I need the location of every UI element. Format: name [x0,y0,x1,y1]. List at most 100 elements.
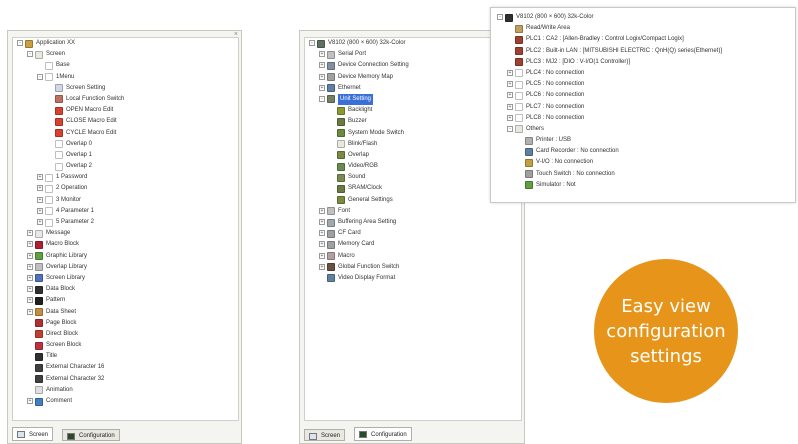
tree-item[interactable]: Video Display Format [305,273,521,284]
tab-configuration[interactable]: Configuration [62,429,120,441]
tree-item[interactable]: + Comment [13,396,238,407]
tree-item[interactable]: Backlight [305,105,521,116]
tree-item[interactable]: + Font [305,206,521,217]
tree-item[interactable]: Screen Block [13,340,238,351]
tree-item[interactable]: Card Recorder : No connection [495,146,791,157]
collapse-icon[interactable]: - [497,14,503,20]
expand-icon[interactable]: + [319,62,325,69]
tree-item[interactable]: - Application XX [13,38,238,49]
expand-icon[interactable]: + [319,263,325,270]
tree-item[interactable]: + Data Sheet [13,307,238,318]
expand-icon[interactable]: + [27,252,33,259]
tree-item[interactable]: Overlap [305,150,521,161]
tree-item[interactable]: - Screen [13,49,238,60]
tree-item[interactable]: + Macro Block [13,239,238,250]
expand-icon[interactable]: + [507,92,513,99]
expand-icon[interactable]: + [319,51,325,58]
screen-tree-view[interactable]: - Application XX - Screen Base -1Menu Screen S… [12,37,239,421]
expand-icon[interactable]: + [319,84,325,91]
tree-item[interactable]: CYCLE Macro Edit [13,128,238,139]
device-connection-tree[interactable]: - V8102 (800 × 600) 32k-Color Read/Write A… [495,12,791,198]
collapse-icon[interactable]: - [309,40,315,46]
expand-icon[interactable]: + [27,263,33,270]
tree-item[interactable]: PLC3 : MJ2 : [DIO : V-I/O(1 Controller)] [495,57,791,68]
tree-item[interactable]: +2 Operation [13,183,238,194]
tree-item[interactable]: + Device Connection Setting [305,60,521,71]
collapse-icon[interactable]: - [37,73,43,80]
tree-item[interactable]: +3 Monitor [13,195,238,206]
tree-item[interactable]: General Settings [305,195,521,206]
tree-item[interactable]: + Graphic Library [13,251,238,262]
tree-item[interactable]: PLC1 : CA2 : [Allen-Bradley : Control Lo… [495,34,791,45]
expand-icon[interactable]: + [27,286,33,293]
expand-icon[interactable]: + [507,81,513,88]
expand-icon[interactable]: + [37,219,43,225]
expand-icon[interactable]: + [27,308,33,315]
tree-item[interactable]: + Memory Card [305,239,521,250]
tree-item[interactable]: Overlap 1 [13,150,238,161]
expand-icon[interactable]: + [27,398,33,404]
collapse-icon[interactable]: - [319,95,325,102]
tree-item[interactable]: Page Block [13,318,238,329]
tree-item[interactable]: + PLC4 : No connection [495,68,791,79]
expand-icon[interactable]: + [37,185,43,192]
expand-icon[interactable]: + [319,207,325,214]
tab-screen[interactable]: Screen [304,429,346,441]
tree-item[interactable]: - V8102 (800 × 600) 32k-Color [495,12,791,23]
expand-icon[interactable]: + [319,230,325,237]
collapse-icon[interactable]: - [27,51,33,58]
expand-icon[interactable]: + [37,174,43,181]
tree-item[interactable]: - 1Menu [13,72,238,83]
tree-item[interactable]: SRAM/Clock [305,183,521,194]
tree-item[interactable]: Printer : USB [495,135,791,146]
tree-item[interactable]: + Macro [305,251,521,262]
tree-item[interactable]: + PLC6 : No connection [495,90,791,101]
tree-item[interactable]: + Serial Port [305,49,521,60]
tree-item[interactable]: PLC2 : Built-in LAN : [MITSUBISHI ELECTR… [495,46,791,57]
tree-item[interactable]: Video/RGB [305,161,521,172]
tree-item[interactable]: + PLC5 : No connection [495,79,791,90]
tree-item[interactable]: + Device Memory Map [305,72,521,83]
tree-item[interactable]: + PLC8 : No connection [495,113,791,124]
expand-icon[interactable]: + [507,114,513,121]
tree-item[interactable]: - Unit Setting [305,93,521,106]
tree-item[interactable]: + Message [13,228,238,239]
tree-item[interactable]: + Global Function Switch [305,262,521,273]
tree-item[interactable]: Local Function Switch [13,94,238,105]
tree-item[interactable]: Title [13,351,238,362]
expand-icon[interactable]: + [37,207,43,214]
tree-item[interactable]: Direct Block [13,329,238,340]
tree-item[interactable]: Read/Write Area [495,23,791,34]
tree-item[interactable]: + Data Block [13,284,238,295]
tree-item[interactable]: +1 Password [13,172,238,183]
expand-icon[interactable]: + [507,103,513,110]
expand-icon[interactable]: + [319,219,325,225]
tree-item[interactable]: + Buffering Area Setting [305,217,521,228]
tree-item[interactable]: Overlap 0 [13,139,238,150]
collapse-icon[interactable]: - [17,40,23,46]
tree-item[interactable]: Animation [13,385,238,396]
expand-icon[interactable]: + [319,241,325,248]
tree-item[interactable]: Sound [305,172,521,183]
tree-item[interactable]: External Character 16 [13,362,238,373]
expand-icon[interactable]: + [27,230,33,237]
tree-item[interactable]: Base [13,60,238,71]
tree-item[interactable]: - Others [495,124,791,135]
collapse-icon[interactable]: - [507,125,513,132]
tree-item[interactable]: Touch Switch : No connection [495,169,791,180]
expand-icon[interactable]: + [37,196,43,203]
tree-item[interactable]: Blink/Flash [305,139,521,150]
tree-item[interactable]: + CF Card [305,228,521,239]
tree-item[interactable]: + PLC7 : No connection [495,102,791,113]
expand-icon[interactable]: + [507,69,513,76]
tree-item[interactable]: OPEN Macro Edit [13,105,238,116]
expand-icon[interactable]: + [319,73,325,80]
tree-item[interactable]: Overlap 2 [13,161,238,172]
tab-configuration[interactable]: Configuration [354,427,412,441]
expand-icon[interactable]: + [27,274,33,281]
tree-item[interactable]: + Ethernet [305,83,521,94]
tree-item[interactable]: System Mode Switch [305,128,521,139]
tree-item[interactable]: Buzzer [305,116,521,127]
expand-icon[interactable]: + [319,252,325,259]
tree-item[interactable]: + Pattern [13,295,238,306]
